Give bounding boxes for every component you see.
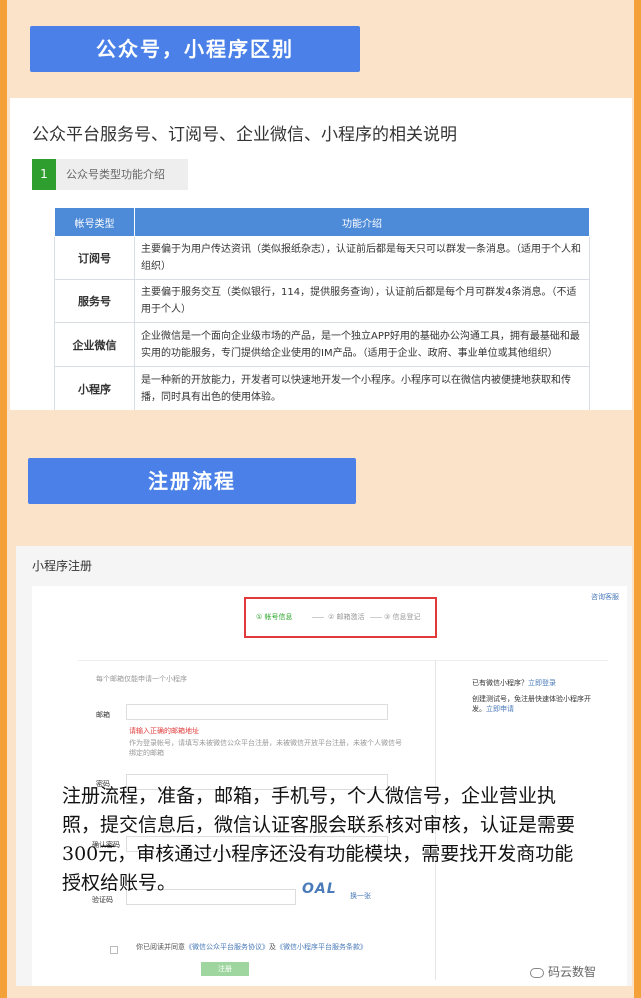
help-link[interactable]: 咨询客服 (591, 592, 619, 602)
section-title-button[interactable]: 注册流程 (28, 458, 356, 504)
login-link[interactable]: 立即登录 (528, 679, 556, 687)
account-types-table: 帐号类型 功能介绍 订阅号 主要偏于为用户传达资讯（类似报纸杂志），认证前后都是… (54, 207, 590, 410)
registration-screenshot-panel: 小程序注册 咨询客服 ① 帐号信息 ② 邮箱激活 ③ 信息登记 每个邮箱仅能申请… (16, 546, 632, 986)
email-help-text: 绑定的邮箱 (129, 749, 164, 757)
step-divider (370, 617, 382, 618)
account-type-cell: 小程序 (54, 366, 135, 410)
watermark: 码云数智 (530, 963, 596, 980)
agree-checkbox[interactable] (110, 946, 118, 954)
header-function-intro: 功能介绍 (134, 207, 590, 237)
step-account-info: ① 帐号信息 (256, 613, 293, 621)
table-header-row: 帐号类型 功能介绍 (54, 207, 590, 237)
email-help-text: 作为登录帐号，请填写未被微信公众平台注册，未被微信开放平台注册，未被个人微信号 (129, 739, 402, 747)
section-title-button[interactable]: 公众号，小程序区别 (30, 26, 360, 72)
panel-title: 小程序注册 (32, 559, 93, 573)
table-row: 小程序 是一种新的开放能力，开发者可以快速地开发一个小程序。小程序可以在微信内被… (54, 366, 590, 410)
tag-number: 1 (32, 159, 56, 190)
side-text-end: 发。 (472, 705, 486, 713)
step-info-register: ③ 信息登记 (384, 613, 421, 621)
description-cell: 主要偏于为用户传达资讯（类似报纸杂志），认证前后都是每天只可以群发一条消息。（适… (134, 236, 590, 280)
hint-text: 每个邮箱仅能申请一个小程序 (96, 675, 187, 683)
account-type-cell: 企业微信 (54, 322, 135, 367)
agreement-prefix: 你已阅读并同意 (136, 943, 185, 951)
steps-highlight: ① 帐号信息 ② 邮箱激活 ③ 信息登记 (244, 597, 437, 638)
panel-title: 公众平台服务号、订阅号、企业微信、小程序的相关说明 (32, 125, 457, 145)
agreement-and: 及 (269, 943, 276, 951)
table-row: 订阅号 主要偏于为用户传达资讯（类似报纸杂志），认证前后都是每天只可以群发一条消… (54, 236, 590, 280)
step-email-activate: ② 邮箱激活 (328, 613, 365, 621)
description-cell: 是一种新的开放能力，开发者可以快速地开发一个小程序。小程序可以在微信内被便捷地获… (134, 366, 590, 410)
watermark-text: 码云数智 (548, 965, 597, 979)
side-text: 已有微信小程序？立即登录 (472, 678, 556, 688)
account-type-cell: 服务号 (54, 279, 135, 323)
email-label: 邮箱 (96, 711, 110, 719)
overlay-description: 注册流程，准备，邮箱，手机号，个人微信号，企业营业执照，提交信息后，微信认证客服… (62, 785, 576, 894)
header-account-type: 帐号类型 (54, 207, 135, 237)
side-test-text-cont: 发。立即申请 (472, 704, 514, 714)
table-row: 企业微信 企业微信是一个面向企业级市场的产品，是一个独立APP好用的基础办公沟通… (54, 322, 590, 367)
agreement-text: 你已阅读并同意《微信公众平台服务协议》及《微信小程序平台服务条款》 (136, 942, 367, 952)
side-existing-text: 已有微信小程序？ (472, 679, 528, 687)
tag-label: 公众号类型功能介绍 (66, 168, 165, 181)
email-error: 请输入正确的邮箱地址 (129, 727, 199, 735)
apply-link[interactable]: 立即申请 (486, 705, 514, 713)
service-agreement-link[interactable]: 《微信公众平台服务协议》 (185, 943, 269, 951)
register-button[interactable]: 注册 (201, 962, 249, 976)
description-cell: 企业微信是一个面向企业级市场的产品，是一个独立APP好用的基础办公沟通工具，拥有… (134, 322, 590, 367)
wechat-icon (530, 967, 544, 978)
section-tag: 1 公众号类型功能介绍 (32, 159, 188, 190)
email-input[interactable] (126, 704, 388, 720)
table-row: 服务号 主要偏于服务交互（类似银行，114，提供服务查询），认证前后都是每个月可… (54, 279, 590, 323)
description-cell: 主要偏于服务交互（类似银行，114，提供服务查询），认证前后都是每个月可群发4条… (134, 279, 590, 323)
terms-link[interactable]: 《微信小程序平台服务条款》 (276, 943, 367, 951)
divider (78, 660, 608, 661)
account-type-cell: 订阅号 (54, 236, 135, 280)
step-divider (312, 617, 324, 618)
side-test-text: 创建测试号，免注册快速体验小程序开 (472, 695, 591, 703)
account-types-panel: 公众平台服务号、订阅号、企业微信、小程序的相关说明 1 公众号类型功能介绍 帐号… (10, 98, 632, 410)
